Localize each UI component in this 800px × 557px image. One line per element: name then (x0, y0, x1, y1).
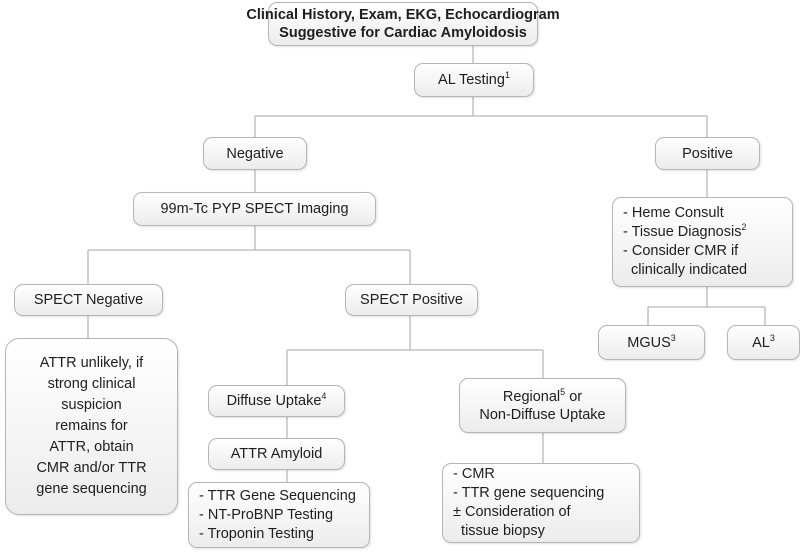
spect-negative-node: SPECT Negative (14, 284, 163, 316)
al-label: AL (752, 334, 770, 351)
action-line: clinically indicated (623, 262, 748, 278)
action-line: ± Consideration of (453, 504, 571, 520)
root-node: Clinical History, Exam, EKG, Echocardiog… (246, 2, 560, 46)
pyp-spect-label: 99m-Tc PYP SPECT Imaging (160, 201, 349, 217)
regional-line2: Non-Diffuse Uptake (479, 406, 606, 423)
action-line: tissue biopsy (453, 523, 545, 539)
diffuse-uptake-label: Diffuse Uptake (226, 393, 322, 409)
mgus-label: MGUS (627, 334, 671, 351)
negative-node: Negative (203, 137, 307, 170)
negative-label: Negative (226, 145, 284, 162)
al-testing-node: AL Testing1 (414, 63, 534, 97)
attr-amyloid-node: ATTR Amyloid (208, 438, 345, 470)
al-testing-label: AL Testing (438, 72, 505, 88)
footnote-mark: 2 (741, 222, 747, 232)
text-line: gene sequencing (36, 481, 147, 497)
action-line: - Heme Consult (623, 205, 724, 221)
text-line: ATTR, obtain (49, 439, 134, 455)
attr-amyloid-label: ATTR Amyloid (230, 446, 323, 462)
action-line: - TTR gene sequencing (453, 485, 605, 501)
footnote-mark: 3 (769, 332, 775, 343)
spect-positive-node: SPECT Positive (345, 284, 478, 316)
footnote-mark: 4 (321, 391, 327, 401)
positive-label: Positive (682, 145, 733, 162)
regional-uptake-node: Regional5 or Non-Diffuse Uptake (459, 378, 626, 433)
text-line: suspicion (61, 397, 122, 413)
pyp-spect-node: 99m-Tc PYP SPECT Imaging (133, 192, 376, 226)
footnote-mark: 1 (504, 70, 510, 80)
action-line: - Tissue Diagnosis (623, 224, 742, 240)
text-line: strong clinical (47, 376, 136, 392)
spect-negative-label: SPECT Negative (33, 292, 144, 308)
root-line: Suggestive for Cardiac Amyloidosis (279, 25, 527, 41)
text-line: ATTR unlikely, if (39, 355, 144, 371)
regional-or: or (565, 388, 583, 405)
positive-actions-node: - Heme Consult - Tissue Diagnosis2 - Con… (612, 197, 793, 287)
positive-node: Positive (655, 137, 760, 170)
attr-actions-node: - TTR Gene Sequencing - NT-ProBNP Testin… (188, 482, 370, 548)
attr-unlikely-node: ATTR unlikely, if strong clinical suspic… (5, 338, 178, 515)
action-line: - TTR Gene Sequencing (199, 487, 356, 504)
diffuse-uptake-node: Diffuse Uptake4 (208, 385, 345, 417)
action-line: - Troponin Testing (199, 525, 314, 542)
text-line: CMR and/or TTR (36, 460, 147, 476)
regional-actions-node: - CMR - TTR gene sequencing ± Considerat… (442, 463, 640, 543)
action-line: - NT-ProBNP Testing (199, 506, 334, 523)
root-line: Clinical History, Exam, EKG, Echocardiog… (246, 7, 560, 23)
spect-positive-label: SPECT Positive (360, 292, 463, 308)
action-line: - CMR (453, 466, 495, 482)
al-node: AL3 (727, 325, 800, 360)
action-line: - Consider CMR if (623, 243, 739, 259)
mgus-node: MGUS3 (598, 325, 705, 360)
regional-label: Regional (502, 388, 561, 405)
footnote-mark: 3 (670, 332, 676, 343)
text-line: remains for (55, 418, 128, 434)
